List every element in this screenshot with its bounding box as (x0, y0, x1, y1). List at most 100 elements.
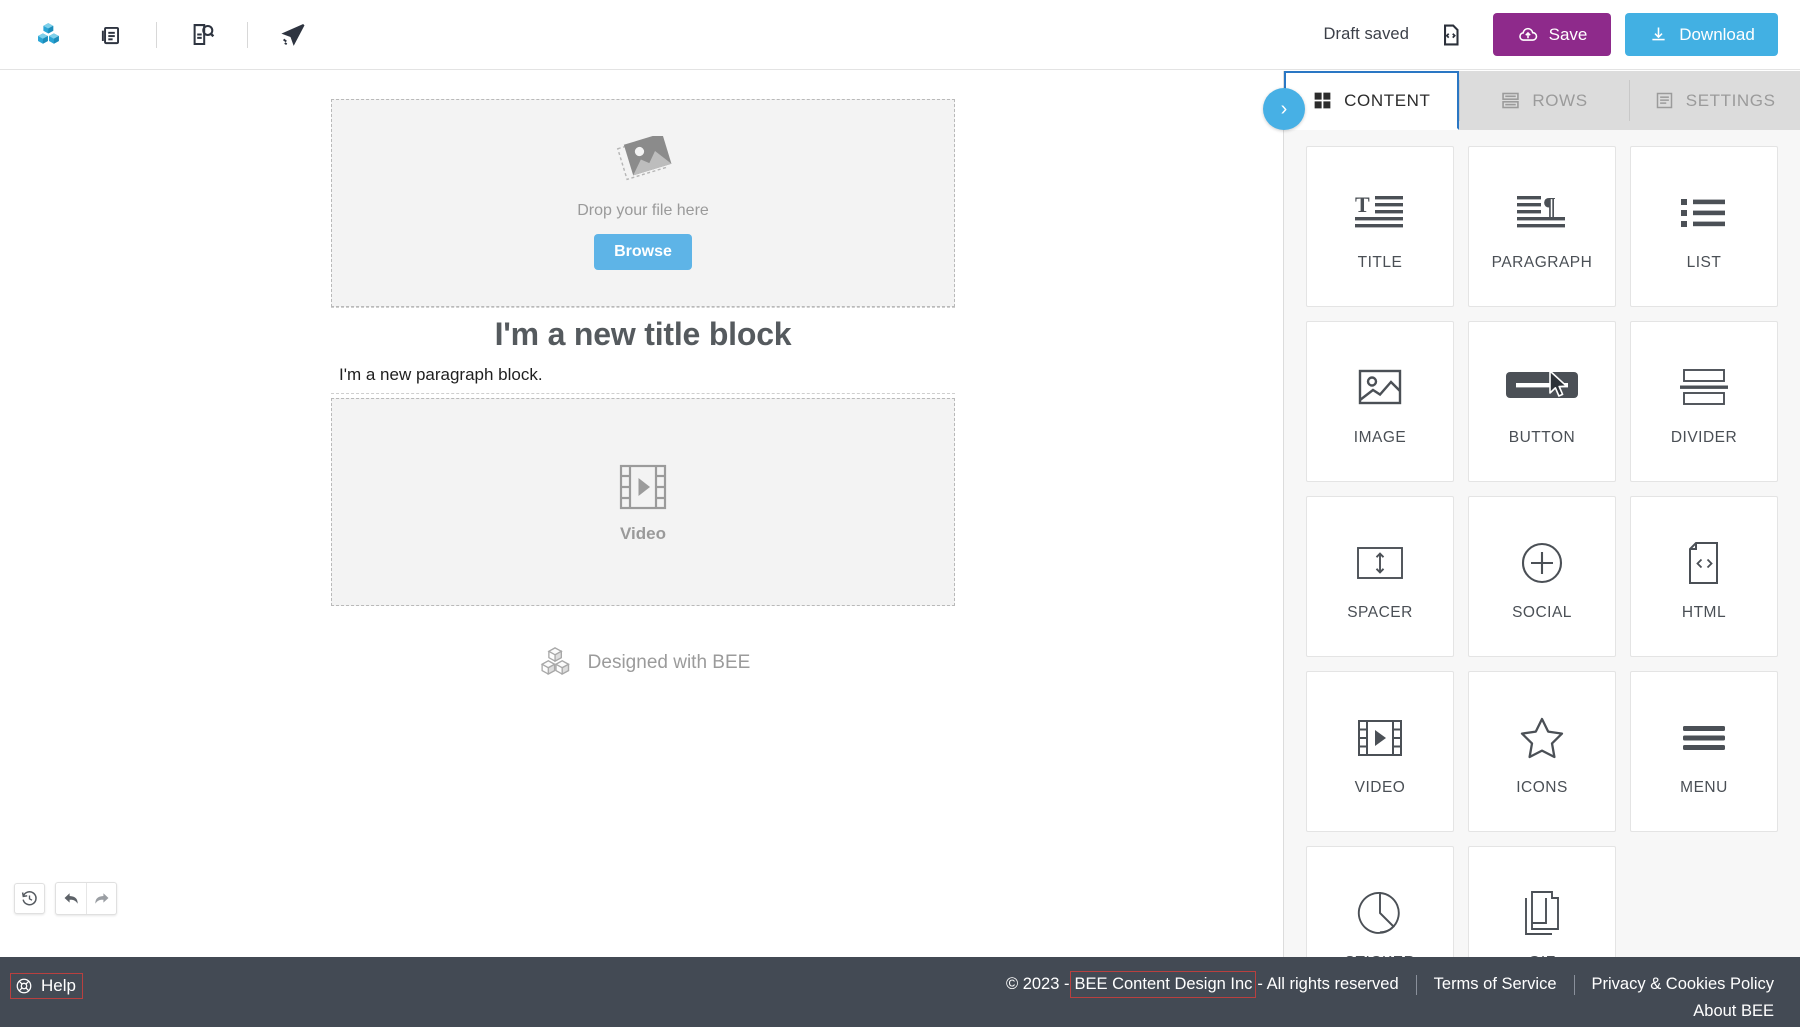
paragraph-block-text: I'm a new paragraph block. (339, 365, 543, 384)
svg-text:¶: ¶ (1543, 194, 1556, 220)
menu-hamburger-icon (1680, 707, 1728, 769)
top-toolbar-right-group: Draft saved Save Download (1324, 13, 1800, 56)
image-icon (1356, 357, 1404, 419)
title-content-block[interactable]: I'm a new title block (331, 307, 955, 359)
block-tile-image[interactable]: IMAGE (1306, 321, 1454, 482)
block-tile-sticker[interactable]: STICKER (1306, 846, 1454, 957)
download-button-label: Download (1679, 24, 1755, 44)
panel-collapse-toggle[interactable]: › (1263, 88, 1305, 130)
bee-editor-app: Draft saved Save Download Drop your file… (0, 0, 1800, 1027)
block-tile-gif[interactable]: GIF (1468, 846, 1616, 957)
bottom-status-bar: Help © 2023 - BEE Content Design Inc - A… (0, 957, 1800, 1027)
dropzone-hint-text: Drop your file here (577, 202, 709, 219)
block-tile-label: PARAGRAPH (1491, 253, 1593, 271)
history-controls (14, 882, 117, 915)
block-tile-button[interactable]: BUTTON (1468, 321, 1616, 482)
sticker-icon (1356, 882, 1404, 944)
html-file-icon (1684, 532, 1724, 594)
help-button-label: Help (41, 976, 76, 995)
footer-divider-1 (1415, 974, 1417, 995)
email-canvas: Drop your file here Browse I'm a new tit… (331, 99, 955, 682)
block-tile-spacer[interactable]: SPACER (1306, 496, 1454, 657)
block-tile-paragraph[interactable]: ¶ PARAGRAPH (1468, 146, 1616, 307)
terms-of-service-link[interactable]: Terms of Service (1434, 972, 1557, 997)
content-blocks-grid: T TITLE ¶ PARAGRAPH LIST IMAGE BUTTON DI… (1306, 146, 1778, 957)
spacer-icon (1355, 532, 1405, 594)
editor-stage: Drop your file here Browse I'm a new tit… (0, 71, 1283, 957)
footer-primary-line: © 2023 - BEE Content Design Inc - All ri… (1006, 971, 1774, 998)
tab-rows-label: ROWS (1532, 90, 1588, 110)
designed-with-bee-text: Designed with BEE (587, 652, 751, 673)
browse-button[interactable]: Browse (594, 234, 692, 270)
toolbar-divider-2 (247, 21, 248, 48)
social-plus-icon (1519, 532, 1565, 594)
bee-logo-icon[interactable] (18, 12, 80, 58)
sidebar-tabs: CONTENT ROWS SETTINGS (1284, 71, 1800, 130)
block-tile-label: DIVIDER (1670, 428, 1738, 446)
preview-icon[interactable] (171, 12, 233, 58)
tab-settings[interactable]: SETTINGS (1629, 71, 1800, 130)
company-name-highlight: BEE Content Design Inc (1070, 971, 1257, 998)
block-tile-video[interactable]: VIDEO (1306, 671, 1454, 832)
undo-button[interactable] (56, 883, 86, 914)
block-tile-label: VIDEO (1354, 778, 1406, 796)
block-tile-list[interactable]: LIST (1630, 146, 1778, 307)
send-test-icon[interactable] (262, 12, 324, 58)
paragraph-content-block[interactable]: I'm a new paragraph block. (331, 359, 955, 394)
save-button-label: Save (1548, 24, 1588, 44)
divider-icon (1678, 357, 1730, 419)
title-icon: T (1353, 182, 1407, 244)
block-tile-divider[interactable]: DIVIDER (1630, 321, 1778, 482)
download-button[interactable]: Download (1625, 13, 1778, 56)
toolbar-divider (156, 21, 157, 48)
rows-icon (1500, 90, 1521, 111)
footer-links: © 2023 - BEE Content Design Inc - All ri… (1006, 971, 1774, 1024)
video-film-icon (615, 460, 671, 514)
pages-icon[interactable] (80, 12, 142, 58)
restore-version-button[interactable] (14, 883, 45, 914)
copyright-suffix: - All rights reserved (1257, 975, 1399, 993)
image-placeholder-icon (611, 136, 675, 192)
top-toolbar: Draft saved Save Download (0, 0, 1800, 70)
code-file-icon[interactable] (1431, 15, 1471, 55)
lifebuoy-icon (15, 977, 33, 995)
redo-button[interactable] (86, 883, 116, 914)
star-icon (1518, 707, 1566, 769)
block-tile-social[interactable]: SOCIAL (1468, 496, 1616, 657)
block-tile-icons[interactable]: ICONS (1468, 671, 1616, 832)
block-tile-label: HTML (1681, 603, 1727, 621)
svg-text:T: T (1355, 192, 1370, 217)
list-icon (1679, 182, 1729, 244)
footer-divider-2 (1573, 974, 1575, 995)
block-tile-label: ICONS (1516, 778, 1568, 796)
bee-logo-gray-icon (536, 644, 576, 682)
block-tile-html[interactable]: HTML (1630, 496, 1778, 657)
mouse-cursor-icon (1548, 370, 1570, 400)
about-bee-link[interactable]: About BEE (1693, 1002, 1774, 1020)
block-tile-label: TITLE (1357, 253, 1403, 271)
paragraph-icon: ¶ (1515, 182, 1569, 244)
copyright-prefix: © 2023 - (1005, 975, 1070, 993)
download-icon (1648, 24, 1669, 45)
video-film-icon (1355, 707, 1405, 769)
block-tile-label: LIST (1686, 253, 1722, 271)
help-button[interactable]: Help (10, 973, 83, 999)
tab-content[interactable]: CONTENT (1284, 71, 1459, 130)
privacy-cookies-link[interactable]: Privacy & Cookies Policy (1592, 972, 1774, 997)
image-dropzone-block[interactable]: Drop your file here Browse (331, 99, 955, 307)
designed-with-bee-footer: Designed with BEE (331, 644, 955, 682)
tab-rows[interactable]: ROWS (1458, 71, 1630, 130)
block-tile-label: BUTTON (1508, 428, 1576, 446)
block-tile-menu[interactable]: MENU (1630, 671, 1778, 832)
gif-pages-icon (1521, 882, 1563, 944)
video-block-label: Video (620, 524, 666, 543)
video-content-block[interactable]: Video (331, 398, 955, 606)
block-tile-label: SOCIAL (1512, 603, 1572, 621)
right-sidebar-panel: › CONTENT ROWS SETTINGS T TITLE ¶ PARAGR… (1263, 71, 1800, 957)
block-tile-label: IMAGE (1353, 428, 1407, 446)
block-tile-title[interactable]: T TITLE (1306, 146, 1454, 307)
save-button[interactable]: Save (1493, 13, 1611, 56)
tab-settings-label: SETTINGS (1685, 90, 1776, 110)
draft-status-text: Draft saved (1323, 25, 1409, 43)
content-blocks-area: T TITLE ¶ PARAGRAPH LIST IMAGE BUTTON DI… (1284, 130, 1800, 957)
